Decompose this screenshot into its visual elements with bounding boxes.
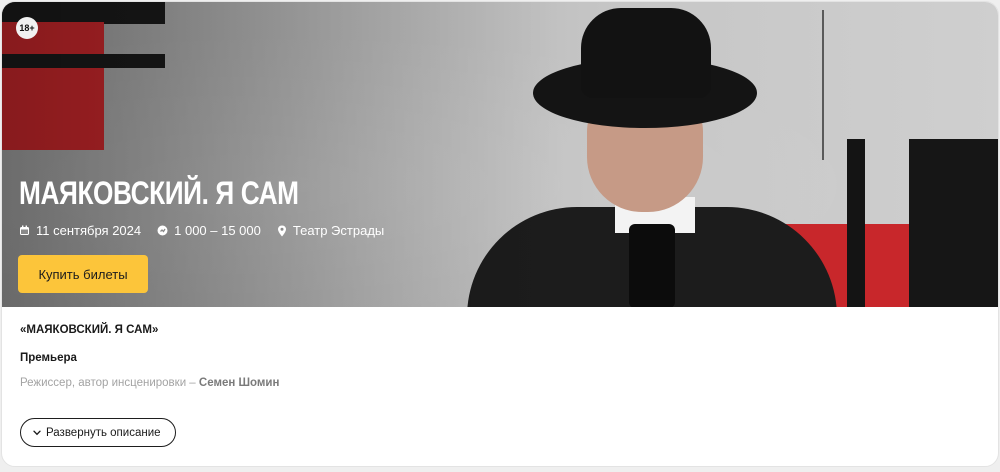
calendar-icon [19, 225, 30, 236]
location-pin-icon [277, 225, 287, 237]
expand-description-button[interactable]: Развернуть описание [20, 418, 176, 447]
buy-tickets-button[interactable]: Купить билеты [18, 255, 148, 293]
event-venue[interactable]: Театр Эстрады [277, 223, 384, 238]
description-credits: Режиссер, автор инсценировки – Семен Шом… [20, 377, 279, 389]
credit-name: Семен Шомин [198, 377, 280, 389]
event-description: «МАЯКОВСКИЙ. Я САМ» Премьера Режиссер, а… [20, 324, 980, 389]
chevron-down-icon [33, 427, 41, 439]
event-date: 11 сентября 2024 [19, 223, 141, 238]
event-meta: 11 сентября 2024 1 000 – 15 000 Театр Эс… [19, 223, 384, 238]
event-price-text: 1 000 – 15 000 [174, 223, 261, 238]
description-title: «МАЯКОВСКИЙ. Я САМ» [20, 324, 159, 336]
event-card: 18+ МАЯКОВСКИЙ. Я САМ 11 сентября 2024 1… [1, 1, 999, 467]
expand-description-label: Развернуть описание [46, 426, 161, 439]
age-rating-badge: 18+ [16, 17, 38, 39]
event-title: МАЯКОВСКИЙ. Я САМ [19, 175, 299, 211]
event-price: 1 000 – 15 000 [157, 223, 261, 238]
description-subtitle: Премьера [20, 352, 77, 364]
decor-black-pillar [847, 139, 865, 307]
credit-role: Режиссер, автор инсценировки – [20, 377, 199, 389]
decor-black-block [909, 139, 998, 307]
event-date-text: 11 сентября 2024 [36, 223, 142, 238]
hero-banner: 18+ МАЯКОВСКИЙ. Я САМ 11 сентября 2024 1… [2, 2, 998, 307]
event-venue-text[interactable]: Театр Эстрады [293, 223, 384, 238]
price-tag-icon [157, 225, 168, 236]
